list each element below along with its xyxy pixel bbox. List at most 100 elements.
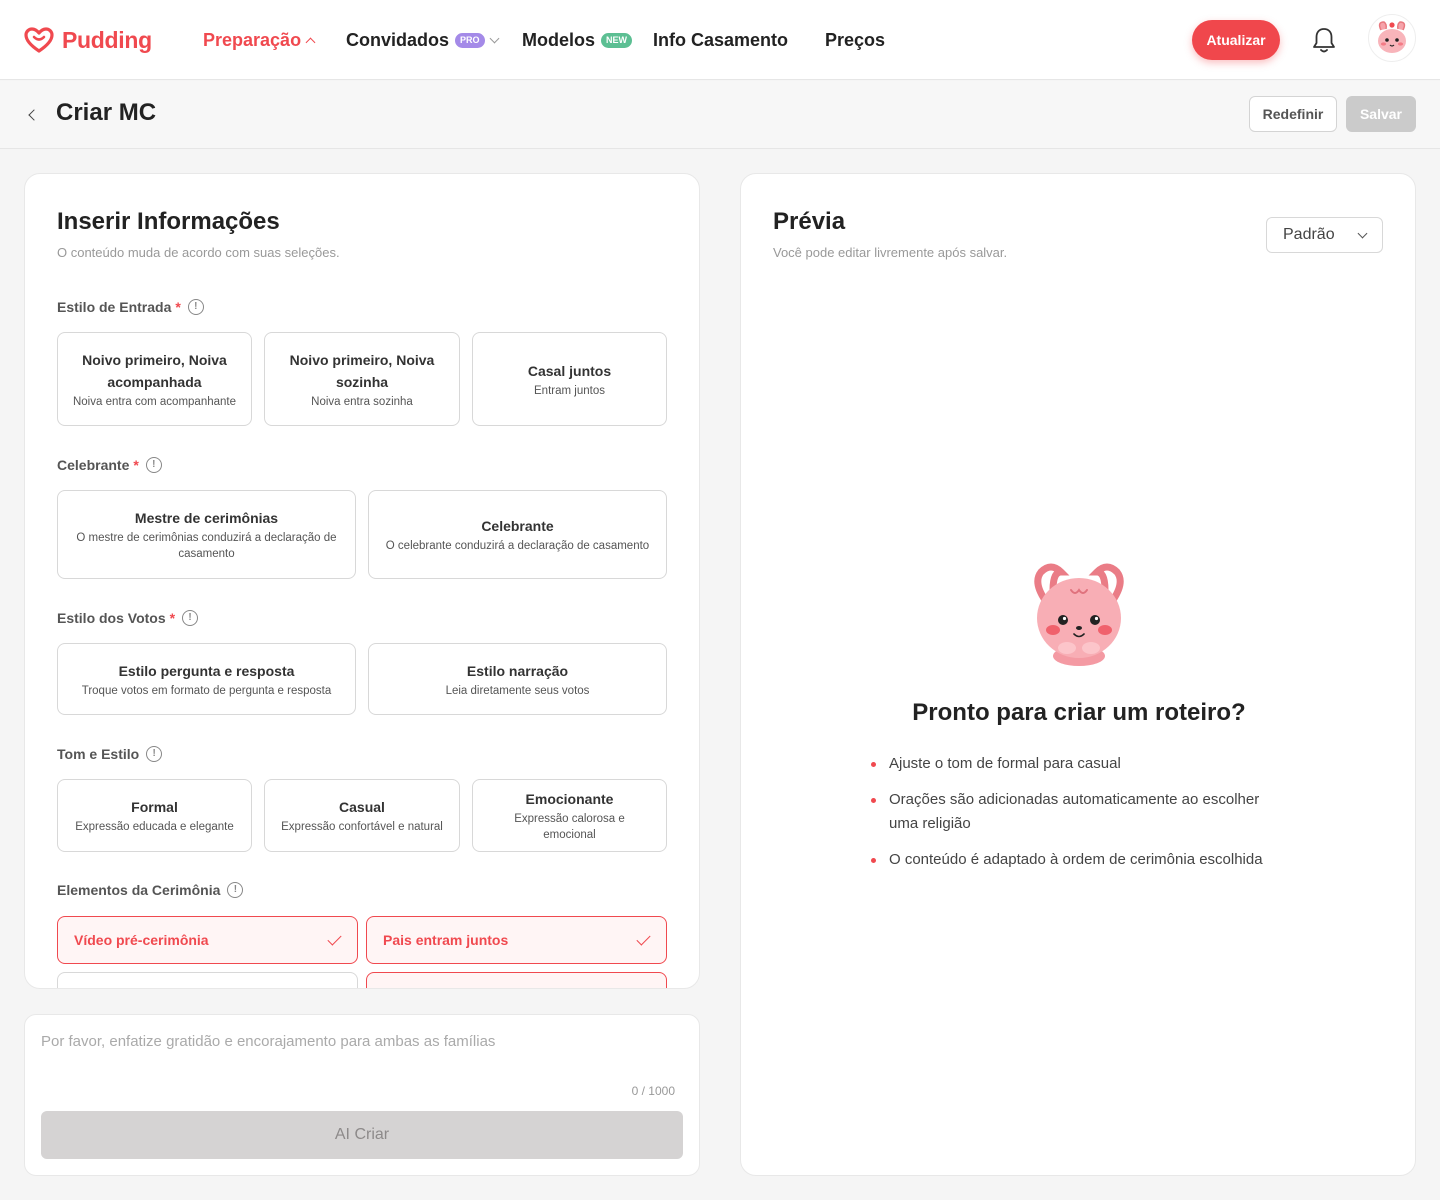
- check-icon: [327, 930, 342, 946]
- info-icon[interactable]: !: [145, 457, 162, 473]
- nav-info-casamento-label: Info Casamento: [653, 29, 789, 50]
- tip-item: Orações são adicionadas automaticamente …: [871, 788, 1291, 836]
- back-button[interactable]: [24, 103, 44, 127]
- option-title: Noivo primeiro, Noiva acompanhada: [82, 351, 227, 390]
- save-button[interactable]: Salvar: [1346, 96, 1416, 132]
- brand-logo[interactable]: Pudding: [24, 24, 152, 56]
- new-badge: NEW: [601, 32, 633, 48]
- option-desc: Expressão confortável e natural: [281, 821, 443, 833]
- option-title: Formal: [131, 799, 178, 815]
- option-desc: Leia diretamente seus votos: [445, 684, 590, 697]
- heart-logo-icon: [24, 27, 54, 53]
- upgrade-button[interactable]: Atualizar: [1192, 20, 1280, 60]
- form-title: Inserir Informações: [57, 208, 280, 235]
- chip-label: Vídeo pré-cerimônia: [74, 932, 209, 948]
- option-title: Emocionante: [525, 791, 614, 807]
- ceremony-elements-label: Elementos da Cerimônia !: [57, 882, 244, 898]
- option-desc: Noiva entra com acompanhante: [72, 395, 236, 408]
- info-icon[interactable]: !: [182, 610, 199, 626]
- nav-precos[interactable]: Preços: [825, 28, 885, 52]
- tone-option-formal[interactable]: Formal Expressão educada e elegante: [57, 779, 252, 852]
- reset-button[interactable]: Redefinir: [1249, 96, 1337, 132]
- officiant-option-mc[interactable]: Mestre de cerimônias O mestre de cerimôn…: [57, 490, 356, 579]
- entrance-option-groom-first-alone[interactable]: Noivo primeiro, Noiva sozinha Noiva entr…: [264, 332, 460, 426]
- pro-badge: PRO: [455, 32, 485, 48]
- required-mark: *: [169, 610, 176, 626]
- nav-precos-label: Preços: [825, 29, 886, 50]
- option-title: Mestre de cerimônias: [134, 510, 279, 526]
- option-desc: Troque votos em formato de pergunta e re…: [81, 684, 332, 697]
- required-mark: *: [133, 457, 139, 473]
- style-select-value: Padrão: [1283, 226, 1335, 243]
- option-title: Casal juntos: [527, 362, 612, 379]
- entrance-style-label: Estilo de Entrada * !: [57, 299, 204, 315]
- page-title: Criar MC: [56, 99, 157, 126]
- option-desc: Expressão calorosa e emocional: [514, 813, 625, 841]
- option-title: Celebrante: [481, 518, 554, 534]
- chevron-down-icon: [1357, 228, 1368, 238]
- bell-icon: [1313, 28, 1335, 53]
- bunny-avatar-icon: [1378, 21, 1406, 53]
- info-icon[interactable]: !: [187, 299, 204, 315]
- option-title: Estilo pergunta e resposta: [118, 662, 295, 679]
- section-label-text: Estilo de Entrada: [57, 299, 172, 315]
- tone-option-emotional[interactable]: Emocionante Expressão calorosa e emocion…: [472, 779, 667, 852]
- top-navigation: Pudding Preparação Convidados PRO Modelo…: [0, 0, 1440, 80]
- chip-partial[interactable]: [57, 972, 358, 988]
- check-icon: [636, 930, 651, 946]
- officiant-option-celebrant[interactable]: Celebrante O celebrante conduzirá a decl…: [368, 490, 667, 579]
- brand-name: Pudding: [62, 26, 152, 53]
- nav-convidados-label: Convidados: [346, 29, 450, 50]
- chip-pre-ceremony-video[interactable]: Vídeo pré-cerimônia: [57, 916, 358, 964]
- option-title: Estilo narração: [466, 662, 569, 679]
- officiant-label: Celebrante * !: [57, 457, 162, 473]
- option-desc: Entram juntos: [534, 384, 605, 397]
- input-form-card: Inserir Informações O conteúdo muda de a…: [24, 173, 700, 989]
- vows-option-narration[interactable]: Estilo narração Leia diretamente seus vo…: [368, 643, 667, 715]
- form-subtitle: O conteúdo muda de acordo com suas seleç…: [57, 245, 340, 260]
- chevron-down-icon: [489, 33, 499, 43]
- chip-label: Pais entram juntos: [383, 932, 509, 948]
- vows-option-qa[interactable]: Estilo pergunta e resposta Troque votos …: [57, 643, 356, 715]
- tip-item: O conteúdo é adaptado à ordem de cerimôn…: [871, 848, 1291, 872]
- nav-modelos[interactable]: Modelos NEW: [522, 28, 633, 52]
- character-counter: 0 / 1000: [631, 1084, 675, 1098]
- page-header: Criar MC Redefinir Salvar: [0, 81, 1440, 149]
- bunny-mascot-icon: [1034, 563, 1124, 666]
- prompt-card: 0 / 1000 AI Criar: [24, 1014, 700, 1176]
- info-icon[interactable]: !: [227, 882, 244, 898]
- ready-title: Pronto para criar um roteiro?: [912, 699, 1246, 726]
- tip-item: Ajuste o tom de formal para casual: [871, 752, 1291, 776]
- style-select[interactable]: Padrão: [1266, 217, 1383, 253]
- option-desc: Noiva entra sozinha: [311, 395, 413, 408]
- info-icon[interactable]: !: [146, 746, 163, 762]
- notifications-button[interactable]: [1308, 24, 1340, 56]
- option-desc: O mestre de cerimônias conduzirá a decla…: [76, 532, 337, 560]
- chevron-left-icon: [28, 109, 40, 121]
- tone-style-label: Tom e Estilo !: [57, 746, 163, 762]
- preview-title: Prévia: [773, 208, 846, 235]
- instructions-input[interactable]: [41, 1031, 681, 1091]
- chevron-up-icon: [305, 37, 316, 47]
- preview-card: Prévia Você pode editar livremente após …: [740, 173, 1416, 1176]
- entrance-option-couple-together[interactable]: Casal juntos Entram juntos: [472, 332, 667, 426]
- entrance-option-groom-first-escorted[interactable]: Noivo primeiro, Noiva acompanhada Noiva …: [57, 332, 252, 426]
- option-desc: Expressão educada e elegante: [75, 821, 234, 833]
- section-label-text: Elementos da Cerimônia: [57, 882, 221, 898]
- tips-list: Ajuste o tom de formal para casual Oraçõ…: [871, 752, 1291, 884]
- ai-create-button[interactable]: AI Criar: [41, 1111, 683, 1159]
- nav-convidados[interactable]: Convidados PRO: [346, 28, 499, 52]
- option-title: Casual: [339, 799, 385, 815]
- user-avatar[interactable]: [1368, 14, 1416, 62]
- chip-partial-selected[interactable]: [366, 972, 667, 988]
- nav-preparacao-label: Preparação: [203, 29, 302, 50]
- nav-preparacao[interactable]: Preparação: [203, 28, 316, 52]
- preview-subtitle: Você pode editar livremente após salvar.: [773, 245, 1008, 260]
- chip-parents-enter-together[interactable]: Pais entram juntos: [366, 916, 667, 964]
- nav-info-casamento[interactable]: Info Casamento: [653, 28, 788, 52]
- tone-option-casual[interactable]: Casual Expressão confortável e natural: [264, 779, 460, 852]
- option-desc: O celebrante conduzirá a declaração de c…: [385, 540, 650, 552]
- vows-style-label: Estilo dos Votos * !: [57, 610, 199, 626]
- section-label-text: Estilo dos Votos: [57, 610, 166, 626]
- section-label-text: Celebrante: [57, 457, 130, 473]
